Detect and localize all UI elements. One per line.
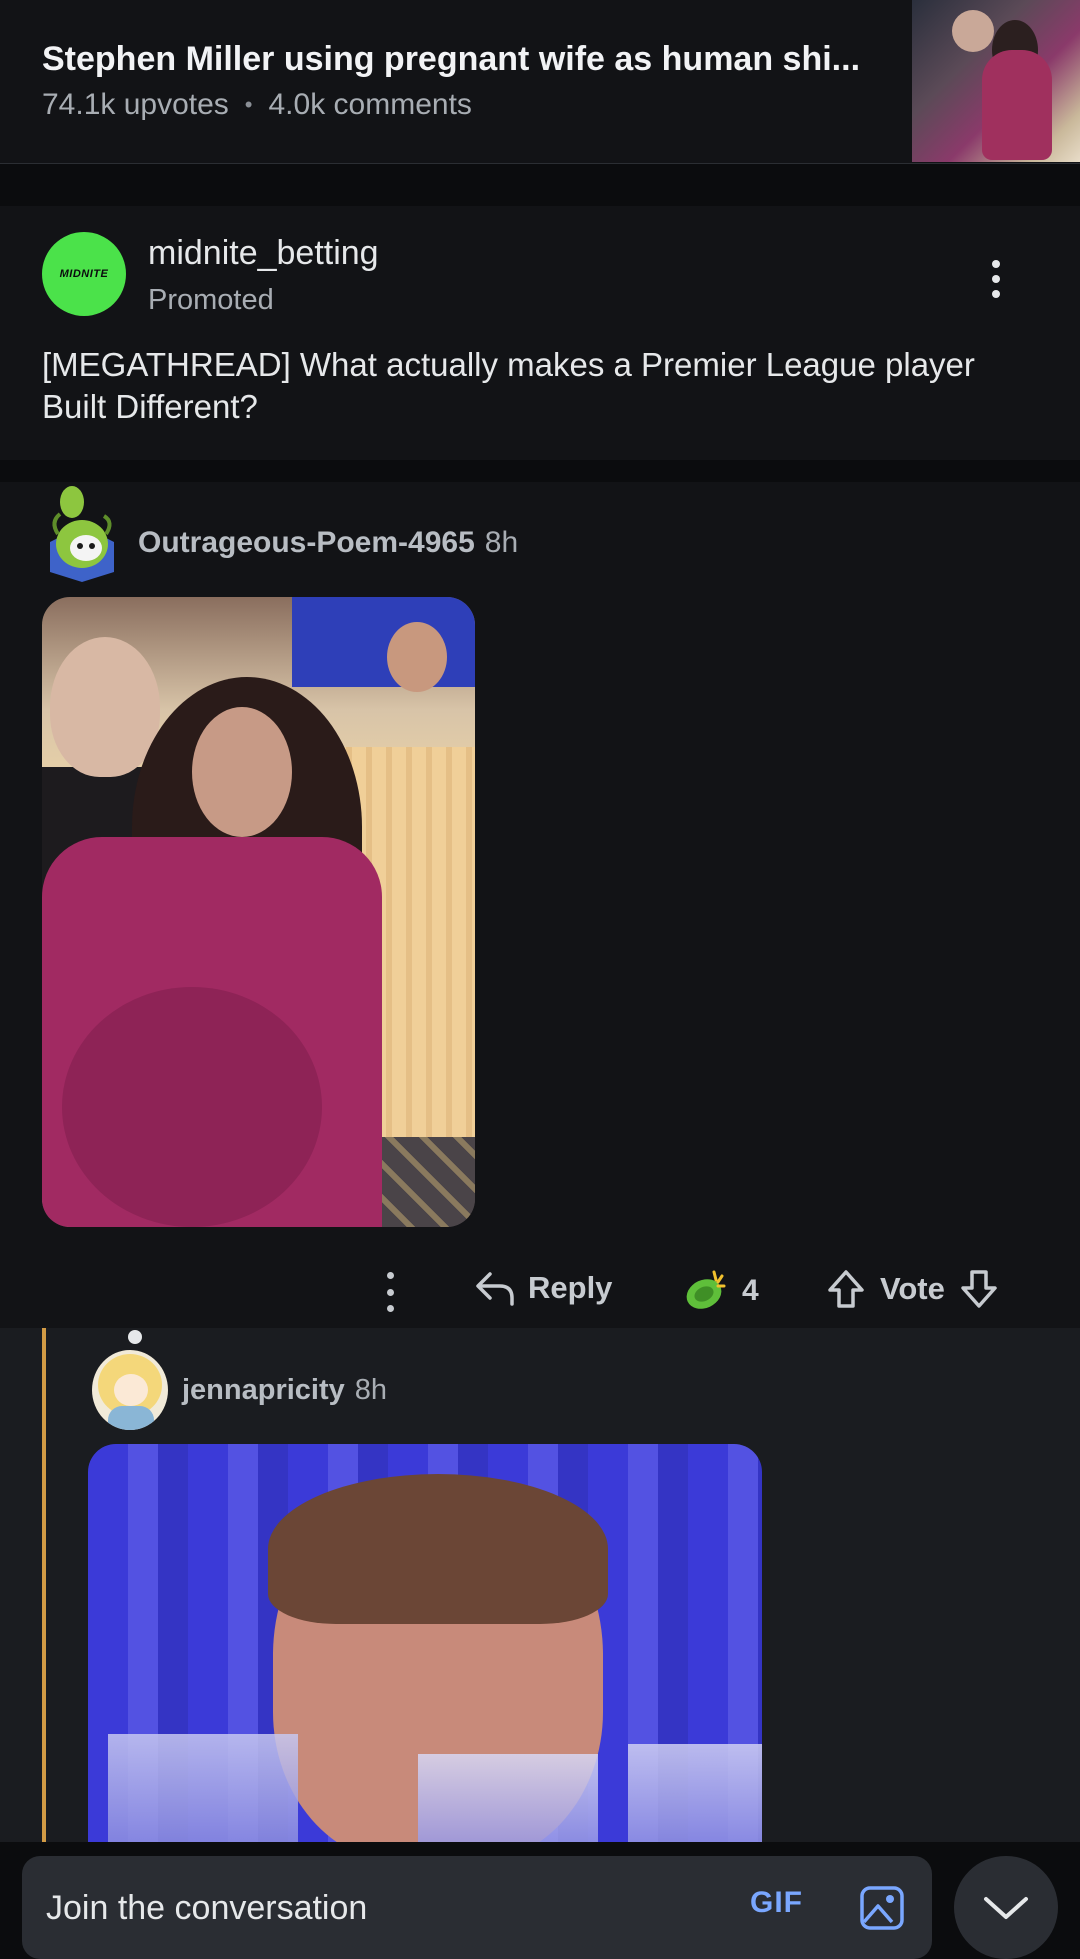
comment-author[interactable]: jennapricity 8h [182, 1374, 387, 1407]
meta-separator: • [244, 92, 253, 117]
post-header[interactable]: Stephen Miller using pregnant wife as hu… [0, 0, 1080, 164]
image-upload-icon[interactable] [858, 1884, 906, 1932]
user-avatar-snoo-icon[interactable] [42, 482, 122, 582]
chevron-down-icon [984, 1896, 1028, 1919]
post-meta: 74.1k upvotes • 4.0k comments [42, 88, 472, 122]
more-options-icon[interactable] [383, 1272, 397, 1312]
comment-count: 4.0k comments [268, 88, 472, 121]
thread-line[interactable] [42, 1328, 46, 1848]
vote-control: Vote [826, 1268, 999, 1310]
upvote-count: 74.1k upvotes [42, 88, 229, 121]
award-button[interactable]: 4 [682, 1268, 759, 1314]
upvote-arrow-icon[interactable] [826, 1268, 866, 1310]
comment-age: 8h [484, 526, 519, 559]
comment-image[interactable] [88, 1444, 762, 1848]
downvote-arrow-icon[interactable] [959, 1268, 999, 1310]
compose-field[interactable]: GIF [22, 1856, 932, 1959]
user-avatar-snoo-icon[interactable] [92, 1350, 168, 1430]
compose-bar: GIF [0, 1842, 1080, 1959]
comment-author-name[interactable]: jennapricity [182, 1374, 345, 1406]
advertiser-avatar[interactable]: MIDNITE [42, 232, 126, 316]
gif-button[interactable]: GIF [750, 1886, 803, 1920]
avatar-accessory-dot [128, 1330, 142, 1344]
reply-arrow-icon [476, 1272, 514, 1306]
comment-input[interactable] [46, 1880, 686, 1936]
post-title[interactable]: Stephen Miller using pregnant wife as hu… [42, 40, 902, 79]
comment: Outrageous-Poem-4965 8h Reply 4 Vote [0, 482, 1080, 1328]
promoted-label: Promoted [148, 284, 274, 316]
ad-title[interactable]: [MEGATHREAD] What actually makes a Premi… [42, 344, 1042, 428]
reply-label: Reply [528, 1270, 613, 1305]
award-icon [686, 1270, 726, 1309]
post-thumbnail[interactable] [912, 0, 1080, 162]
award-count: 4 [742, 1274, 759, 1307]
comment-age: 8h [354, 1374, 388, 1406]
comment-actions: Reply 4 Vote [0, 1262, 1080, 1324]
ad-more-options-icon[interactable] [976, 254, 1016, 304]
advertiser-logo-text: MIDNITE [59, 268, 109, 280]
comment-image[interactable] [42, 597, 475, 1227]
promoted-post[interactable]: MIDNITE midnite_betting Promoted [MEGATH… [0, 206, 1080, 460]
vote-label: Vote [880, 1271, 945, 1306]
reply-button[interactable]: Reply [474, 1268, 612, 1308]
advertiser-name[interactable]: midnite_betting [148, 234, 379, 273]
comment-author[interactable]: Outrageous-Poem-4965 8h [138, 526, 518, 560]
comment-author-name[interactable]: Outrageous-Poem-4965 [138, 526, 475, 559]
collapse-button[interactable] [954, 1856, 1058, 1959]
